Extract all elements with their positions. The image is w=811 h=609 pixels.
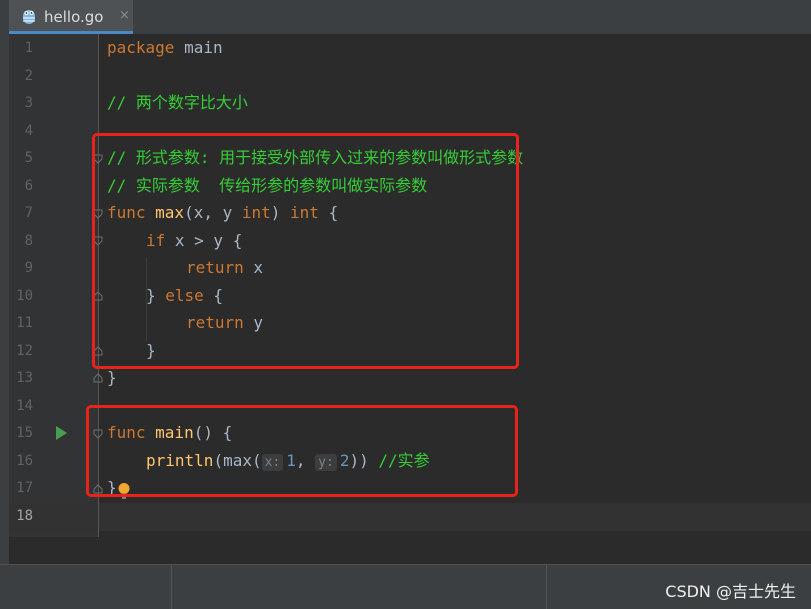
tab-hello-go[interactable]: hello.go × [9, 0, 133, 34]
line-number: 5 [24, 150, 33, 166]
line-number: 1 [24, 40, 33, 56]
tab-label: hello.go [44, 8, 104, 26]
panel-divider [171, 565, 172, 609]
line-number: 4 [24, 123, 33, 139]
left-tool-strip [0, 34, 9, 564]
line-number: 8 [24, 233, 33, 249]
line-number: 14 [16, 398, 33, 414]
go-file-icon [23, 10, 35, 24]
line-number: 6 [24, 178, 33, 194]
line-number-current: 18 [16, 508, 33, 524]
panel-divider [546, 565, 547, 609]
keyword-token: package [107, 38, 175, 57]
editor-tab-bar: hello.go × [0, 0, 811, 35]
run-icon[interactable] [56, 426, 67, 440]
identifier-token: main [174, 38, 223, 57]
fold-close-icon[interactable] [93, 373, 103, 383]
line-number: 10 [16, 288, 33, 304]
watermark-text: CSDN @吉士先生 [665, 582, 796, 601]
horizontal-scroll-area[interactable] [9, 537, 811, 564]
close-tab-icon[interactable]: × [119, 8, 130, 23]
highlight-box-max-function [92, 133, 519, 369]
line-number: 12 [16, 343, 33, 359]
line-number: 11 [16, 315, 33, 331]
line-number: 7 [24, 205, 33, 221]
current-line-highlight [99, 503, 811, 531]
line-number: 16 [16, 453, 33, 469]
code-line-3: // 两个数字比大小 [107, 93, 248, 113]
line-number: 9 [24, 260, 33, 276]
code-line-1: package main [107, 38, 223, 58]
line-number: 15 [16, 425, 33, 441]
line-number: 13 [16, 370, 33, 386]
line-number: 3 [24, 95, 33, 111]
highlight-box-main-call [86, 405, 518, 497]
punct-token: } [107, 368, 117, 387]
line-number: 17 [16, 480, 33, 496]
code-line-13: } [107, 368, 117, 388]
line-number: 2 [24, 68, 33, 84]
comment-token: // 两个数字比大小 [107, 93, 248, 112]
